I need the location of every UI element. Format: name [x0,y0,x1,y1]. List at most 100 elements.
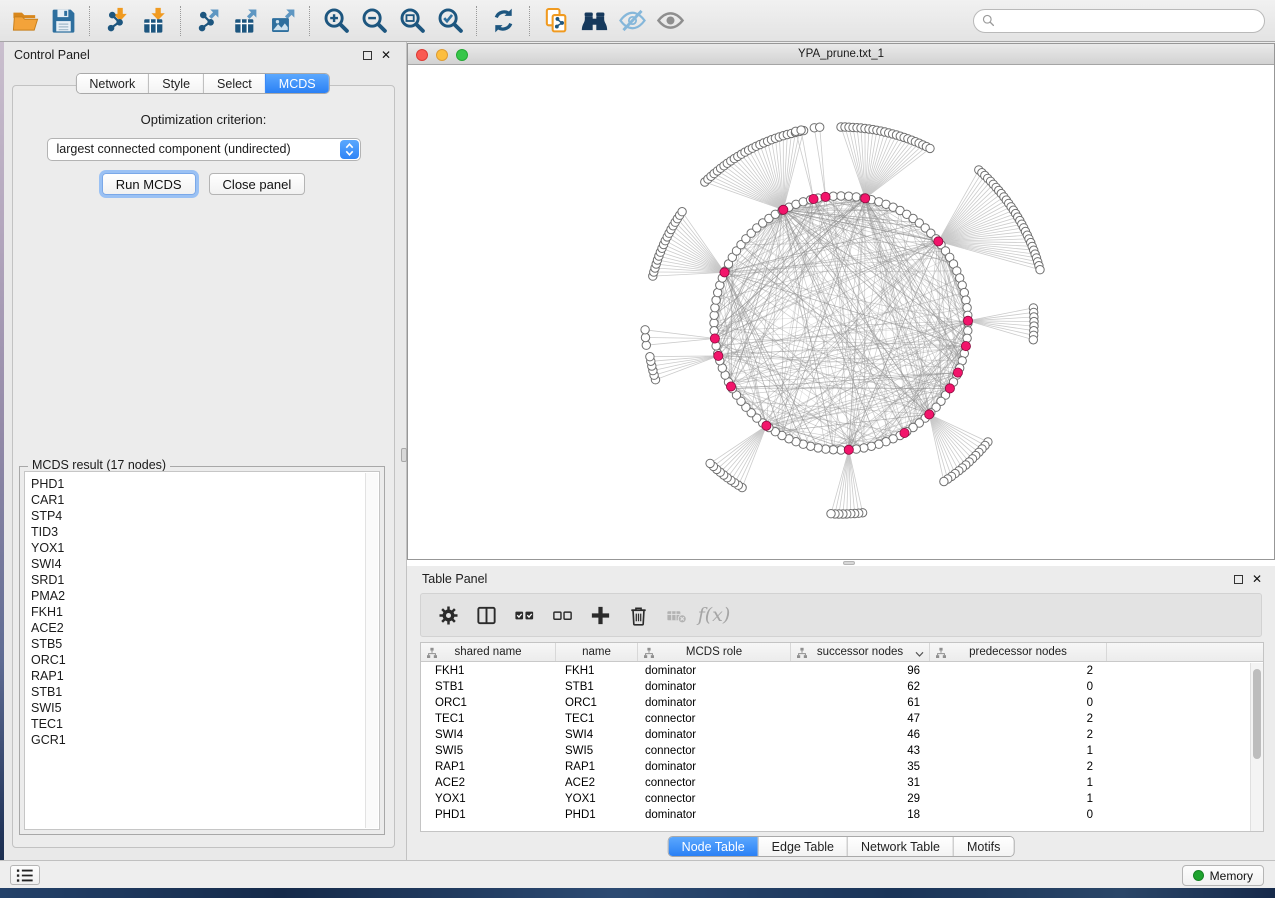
column-header-predecessor-nodes[interactable]: predecessor nodes [930,643,1107,661]
column-header-shared-name[interactable]: shared name [421,643,556,661]
hide-selected-button[interactable] [613,4,651,38]
table-row[interactable]: SWI4SWI4dominator462 [421,727,1250,743]
tab-node-table[interactable]: Node Table [669,837,758,856]
mcds-result-item[interactable]: CAR1 [31,492,365,508]
memory-button[interactable]: Memory [1182,865,1264,886]
mcds-result-item[interactable]: ACE2 [31,620,365,636]
mcds-result-item[interactable]: TEC1 [31,716,365,732]
network-view[interactable] [408,65,1274,559]
task-history-button[interactable] [10,865,40,885]
table-mode-button[interactable] [429,597,467,633]
search-input[interactable] [1000,14,1256,28]
maximize-window-icon[interactable] [456,49,468,61]
open-file-button[interactable] [6,4,44,38]
mcds-result-item[interactable]: SRD1 [31,572,365,588]
tab-style[interactable]: Style [148,74,203,93]
mcds-result-item[interactable]: PMA2 [31,588,365,604]
table-toolbar: f(x) [420,593,1262,637]
export-table-button[interactable] [226,4,264,38]
export-network-icon [193,6,222,35]
delete-table-button[interactable] [657,597,695,633]
table-row[interactable]: PHD1PHD1dominator180 [421,807,1250,823]
copy-share-button[interactable] [537,4,575,38]
tab-motifs[interactable]: Motifs [953,837,1013,856]
zoom-selected-button[interactable] [431,4,469,38]
run-mcds-button[interactable]: Run MCDS [102,173,196,195]
first-neighbors-button[interactable] [575,4,613,38]
close-panel-icon[interactable]: ✕ [1252,573,1262,585]
select-all-icon [513,604,536,627]
float-panel-icon[interactable] [363,51,372,60]
mcds-result-item[interactable]: TID3 [31,524,365,540]
mcds-list-scrollbar[interactable] [365,473,378,828]
desktop-wallpaper-bottom [0,888,1275,898]
zoom-out-button[interactable] [355,4,393,38]
table-row[interactable]: STB1STB1dominator620 [421,679,1250,695]
memory-label: Memory [1210,869,1253,883]
import-table-button[interactable] [135,4,173,38]
list-icon [16,868,34,883]
cell-MCDS-role: connector [638,713,791,725]
table-row[interactable]: RAP1RAP1dominator352 [421,759,1250,775]
zoom-fit-button[interactable] [393,4,431,38]
cell-predecessor-nodes: 1 [930,777,1107,789]
close-panel-button[interactable]: Close panel [209,173,306,195]
mcds-result-item[interactable]: PHD1 [31,476,365,492]
table-row[interactable]: YOX1YOX1connector291 [421,791,1250,807]
mcds-result-item[interactable]: FKH1 [31,604,365,620]
close-panel-icon[interactable]: ✕ [381,49,391,61]
export-image-button[interactable] [264,4,302,38]
delete-column-button[interactable] [619,597,657,633]
network-window-titlebar[interactable]: YPA_prune.txt_1 [408,44,1274,65]
mcds-result-item[interactable]: GCR1 [31,732,365,748]
node-attribute-icon [426,647,438,662]
splitter-handle[interactable] [843,561,855,565]
refresh-layout-button[interactable] [484,4,522,38]
column-panel-button[interactable] [467,597,505,633]
column-header-name[interactable]: name [556,643,638,661]
cell-MCDS-role: connector [638,793,791,805]
import-network-button[interactable] [97,4,135,38]
table-row[interactable]: ACE2ACE2connector311 [421,775,1250,791]
cell-successor-nodes: 31 [791,777,930,789]
search-box[interactable] [973,9,1265,33]
mcds-result-item[interactable]: RAP1 [31,668,365,684]
table-row[interactable]: ORC1ORC1dominator610 [421,695,1250,711]
create-column-button[interactable] [581,597,619,633]
cell-predecessor-nodes: 2 [930,761,1107,773]
deselect-all-icon [551,604,574,627]
tab-network[interactable]: Network [76,74,148,93]
mcds-result-item[interactable]: STB1 [31,684,365,700]
export-network-button[interactable] [188,4,226,38]
table-scrollbar[interactable] [1250,663,1263,831]
save-session-button[interactable] [44,4,82,38]
mcds-result-item[interactable]: STB5 [31,636,365,652]
table-row[interactable]: FKH1FKH1dominator962 [421,663,1250,679]
select-all-button[interactable] [505,597,543,633]
tab-mcds[interactable]: MCDS [265,74,329,93]
scrollbar-thumb[interactable] [1253,669,1261,759]
mcds-result-list[interactable]: PHD1CAR1STP4TID3YOX1SWI4SRD1PMA2FKH1ACE2… [24,471,380,830]
mcds-result-item[interactable]: ORC1 [31,652,365,668]
table-row[interactable]: TEC1TEC1connector472 [421,711,1250,727]
show-all-button[interactable] [651,4,689,38]
mcds-result-item[interactable]: YOX1 [31,540,365,556]
tab-select[interactable]: Select [203,74,265,93]
mcds-result-item[interactable]: STP4 [31,508,365,524]
tab-edge-table[interactable]: Edge Table [758,837,847,856]
mcds-result-item[interactable]: SWI4 [31,556,365,572]
network-canvas[interactable] [408,65,1274,559]
optimization-criterion-select[interactable]: largest connected component (undirected) [47,138,361,161]
column-header-successor-nodes[interactable]: successor nodes [791,643,930,661]
minimize-window-icon[interactable] [436,49,448,61]
function-builder-button[interactable]: f(x) [695,597,733,633]
table-row[interactable]: SWI5SWI5connector431 [421,743,1250,759]
column-header-MCDS-role[interactable]: MCDS role [638,643,791,661]
column-label: name [582,646,611,658]
zoom-in-button[interactable] [317,4,355,38]
deselect-all-button[interactable] [543,597,581,633]
float-panel-icon[interactable] [1234,575,1243,584]
close-window-icon[interactable] [416,49,428,61]
mcds-result-item[interactable]: SWI5 [31,700,365,716]
tab-network-table[interactable]: Network Table [847,837,953,856]
